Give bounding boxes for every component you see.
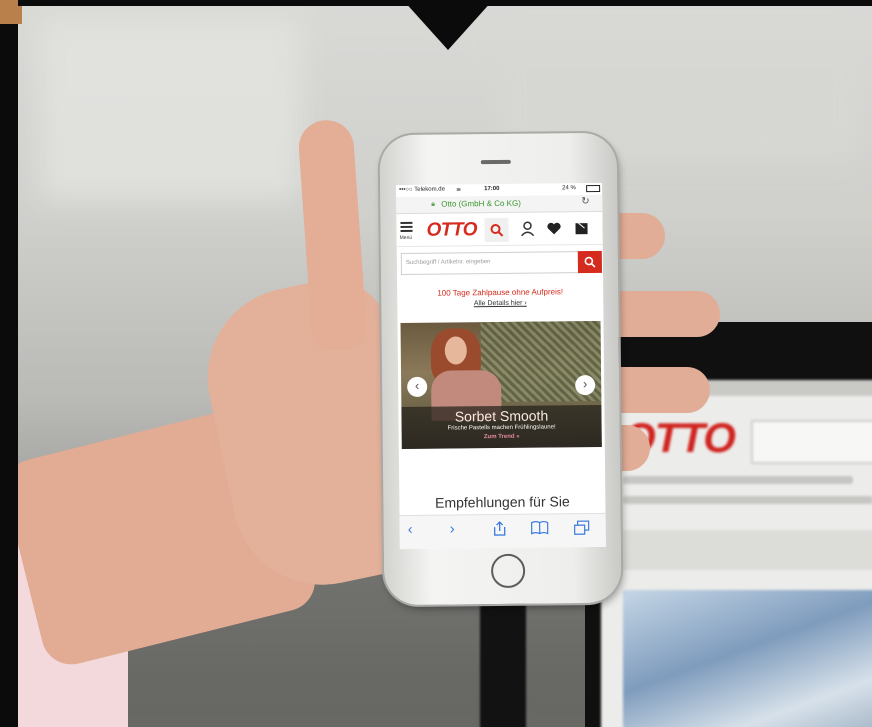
home-button[interactable] (490, 553, 526, 589)
promo-details-link[interactable]: Alle Details hier › (397, 299, 603, 308)
heart-icon[interactable] (546, 222, 561, 235)
promo-headline[interactable]: 100 Tage Zahlpause ohne Aufpreis! (397, 287, 603, 298)
otto-logo[interactable]: OTTO (426, 219, 477, 242)
carousel-next-button[interactable]: › (575, 375, 596, 396)
monitor-search-box (751, 420, 872, 464)
phone-screen: •••○○ Telekom.de ≋ 17:00 24 % 🔒︎ Otto (G… (396, 182, 606, 550)
monitor-hero-image (623, 590, 872, 727)
tabs-icon[interactable] (574, 520, 590, 535)
photo-scene: OTTO •••○○ Telekom.de ≋ 17:00 24 % 🔒︎ Ot… (0, 0, 872, 727)
url-bar[interactable]: 🔒︎ Otto (GmbH & Co KG) ↻ (396, 194, 603, 215)
recommendations-title: Empfehlungen für Sie (434, 493, 570, 511)
user-icon[interactable] (520, 221, 535, 237)
monitor-nav-line (623, 476, 853, 484)
carrier-text: •••○○ Telekom.de (399, 186, 445, 194)
carousel-prev-button[interactable]: ‹ (407, 376, 428, 397)
lock-icon: 🔒︎ (431, 200, 436, 208)
search-input[interactable]: Suchbegriff / Artikelnr. eingeben (400, 251, 580, 276)
search-icon (584, 256, 596, 268)
wifi-icon: ≋ (456, 187, 462, 194)
monitor-nav-line (623, 496, 872, 504)
share-icon[interactable] (493, 521, 507, 537)
search-submit-button[interactable] (577, 250, 602, 274)
cart-icon[interactable] (573, 220, 589, 236)
menu-icon[interactable] (400, 221, 413, 234)
pointer-triangle (403, 0, 493, 50)
search-placeholder: Suchbegriff / Artikelnr. eingeben (405, 259, 491, 266)
battery-icon (586, 184, 601, 193)
bookmarks-icon[interactable] (531, 520, 549, 535)
battery-text: 24 % (562, 185, 576, 192)
status-time: 17:00 (484, 186, 500, 193)
model-face (444, 336, 467, 365)
background-window-blur (40, 20, 300, 200)
site-header: Menü OTTO (396, 213, 603, 248)
header-search-button[interactable] (484, 217, 509, 243)
safari-toolbar: ‹ › (399, 512, 606, 550)
url-text: Otto (GmbH & Co KG) (441, 198, 521, 209)
banner-title: Sorbet Smooth (454, 407, 549, 425)
status-bar: •••○○ Telekom.de ≋ 17:00 24 % (396, 183, 602, 196)
hero-banner[interactable]: Sorbet Smooth Frische Pastells machen Fr… (400, 320, 602, 450)
smartphone: •••○○ Telekom.de ≋ 17:00 24 % 🔒︎ Otto (G… (379, 132, 622, 606)
reload-icon[interactable]: ↻ (581, 196, 590, 207)
phone-speaker (480, 159, 511, 165)
menu-label[interactable]: Menü (400, 235, 413, 241)
back-button[interactable]: ‹ (408, 521, 413, 538)
search-icon (490, 224, 504, 237)
frame-left-bar (0, 0, 18, 727)
forward-button[interactable]: › (450, 520, 455, 537)
monitor-promo-band (623, 530, 872, 570)
